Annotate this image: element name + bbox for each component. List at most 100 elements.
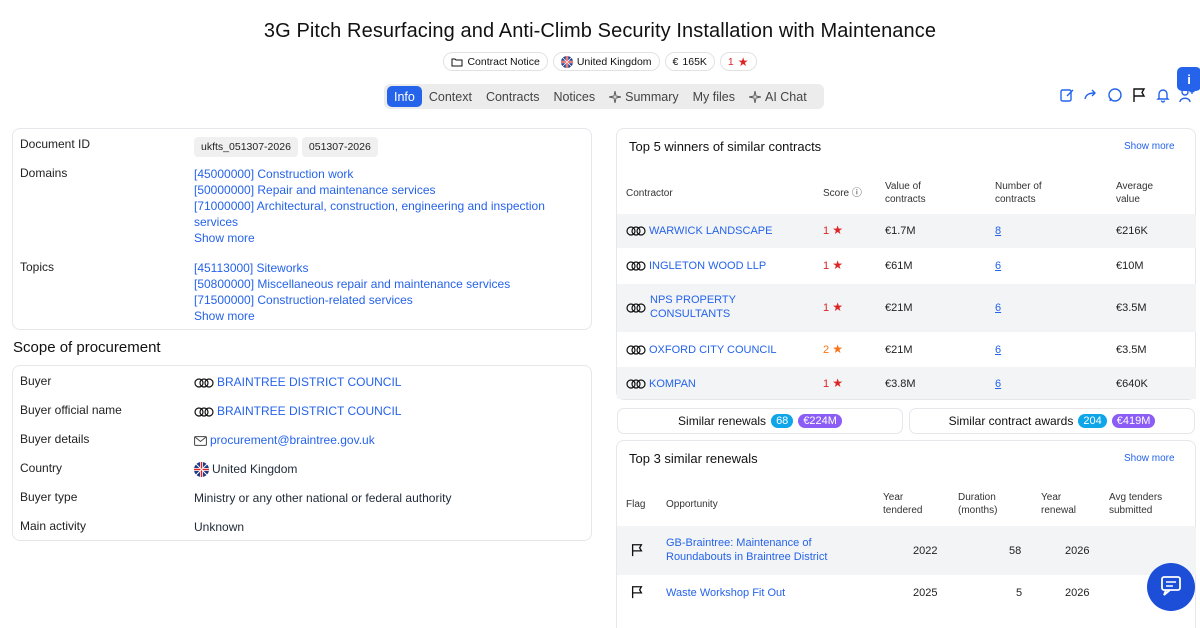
buyer-email-link[interactable]: procurement@braintree.gov.uk — [210, 433, 375, 447]
opportunity-link[interactable]: GB-Braintree: Maintenance of Roundabouts … — [666, 536, 827, 564]
score-header[interactable]: Score ⓘ — [823, 187, 862, 200]
table-row[interactable]: NPS PROPERTY CONSULTANTS 1 ★ €21M 6 €3.5M — [617, 284, 1196, 332]
topic-link[interactable]: [45113000] Siteworks — [194, 260, 581, 276]
domain-link[interactable]: [45000000] Construction work — [194, 166, 581, 182]
flag-icon[interactable] — [630, 585, 644, 599]
tab-summary[interactable]: Summary — [602, 86, 685, 107]
score-value: 1 — [823, 260, 830, 272]
tab-info-label: Info — [394, 89, 415, 104]
topics-label: Topics — [20, 260, 55, 274]
tab-notices[interactable]: Notices — [546, 86, 602, 107]
duration-line2: (months) — [958, 505, 998, 516]
currency-label: € — [672, 55, 679, 68]
domains-show-more[interactable]: Show more — [194, 230, 581, 246]
buyer-link[interactable]: BRAINTREE DISTRICT COUNCIL — [217, 375, 401, 389]
value-badge[interactable]: € 165K — [664, 52, 715, 71]
organization-icon — [626, 345, 646, 355]
similar-awards-label: Similar contract awards — [948, 414, 1074, 428]
tab-context[interactable]: Context — [422, 86, 479, 107]
number-header-line2: contracts — [995, 194, 1036, 205]
opportunity-link[interactable]: Waste Workshop Fit Out — [666, 586, 785, 600]
document-id-pill[interactable]: ukfts_051307-2026 — [194, 137, 298, 157]
renewals-show-more[interactable]: Show more — [1124, 453, 1175, 464]
buyer-official-name-wrap: BRAINTREE DISTRICT COUNCIL — [194, 403, 581, 419]
opportunity-name-line2: Roundabouts in Braintree District — [666, 551, 828, 563]
contractor-link[interactable]: OXFORD CITY COUNCIL — [626, 343, 777, 357]
organization-icon — [194, 407, 214, 417]
winners-title: Top 5 winners of similar contracts — [629, 139, 822, 154]
comment-icon[interactable] — [1106, 86, 1124, 104]
table-row[interactable]: WARWICK LANDSCAPE 1 ★ €1.7M 8 €216K — [617, 214, 1196, 248]
contractor-link[interactable]: INGLETON WOOD LLP — [626, 259, 766, 273]
contractor-link[interactable]: KOMPAN — [626, 377, 696, 391]
contractor-name: NPS PROPERTY — [650, 294, 736, 306]
document-id-label: Document ID — [20, 137, 91, 151]
contractor-name: INGLETON WOOD LLP — [649, 260, 767, 272]
contractor-link[interactable]: NPS PROPERTY CONSULTANTS — [626, 293, 736, 321]
tab-contracts[interactable]: Contracts — [479, 86, 547, 107]
tab-info[interactable]: Info — [387, 86, 422, 107]
year-tendered-line2: tendered — [883, 505, 923, 516]
number-link[interactable]: 6 — [995, 259, 1001, 273]
amount-badge: €419M — [1111, 414, 1156, 428]
notice-type-badge[interactable]: Contract Notice — [443, 52, 548, 71]
year-renewal-cell: 2026 — [1065, 587, 1090, 599]
share-icon[interactable] — [1082, 86, 1100, 104]
star-icon: ★ — [737, 54, 749, 69]
buyer-type-value: Ministry or any other national or federa… — [194, 491, 452, 505]
bell-icon[interactable] — [1154, 86, 1172, 104]
avg-tenders-header: Avg tenders submitted — [1109, 491, 1162, 517]
number-header-line1: Number of — [995, 181, 1042, 192]
tab-ai-chat[interactable]: AI Chat — [742, 86, 814, 107]
score-value: 1 — [823, 302, 830, 314]
buyer-type-label: Buyer type — [20, 490, 78, 504]
table-row[interactable]: GB-Braintree: Maintenance of Roundabouts … — [617, 526, 1196, 575]
average-header-line1: Average — [1116, 181, 1154, 192]
number-link[interactable]: 6 — [995, 377, 1001, 391]
organization-icon — [626, 261, 646, 271]
tab-my-files[interactable]: My files — [686, 86, 742, 107]
opportunity-header: Opportunity — [666, 499, 718, 510]
number-link[interactable]: 8 — [995, 224, 1001, 238]
chat-support-button[interactable] — [1147, 563, 1195, 611]
star-icon: ★ — [832, 300, 843, 314]
year-renewal-line2: renewal — [1041, 505, 1077, 516]
topic-link[interactable]: [50800000] Miscellaneous repair and main… — [194, 276, 581, 292]
number-link[interactable]: 6 — [995, 343, 1001, 357]
score-badge[interactable]: 1 ★ — [719, 52, 757, 71]
country-value: United Kingdom — [212, 462, 298, 476]
country-badge[interactable]: United Kingdom — [552, 52, 660, 71]
contractor-link[interactable]: WARWICK LANDSCAPE — [626, 224, 772, 238]
winners-show-more[interactable]: Show more — [1124, 141, 1175, 152]
average-header: Average value — [1116, 180, 1153, 206]
sparkle-icon — [749, 90, 761, 103]
domain-link[interactable]: [71000000] Architectural, construction, … — [194, 198, 581, 230]
topics-show-more[interactable]: Show more — [194, 308, 581, 324]
edit-note-icon[interactable] — [1058, 86, 1076, 104]
main-activity-label: Main activity — [20, 519, 87, 533]
domain-link[interactable]: [50000000] Repair and maintenance servic… — [194, 182, 581, 198]
similar-awards-button[interactable]: Similar contract awards 204 €419M — [909, 408, 1195, 434]
average-cell: €10M — [1116, 260, 1144, 272]
number-link[interactable]: 6 — [995, 301, 1001, 315]
table-row[interactable]: INGLETON WOOD LLP 1 ★ €61M 6 €10M — [617, 248, 1196, 284]
action-toolbar — [1058, 86, 1196, 104]
table-row[interactable]: Waste Workshop Fit Out 2025 5 2026 — [617, 575, 1196, 611]
table-row[interactable]: KOMPAN 1 ★ €3.8M 6 €640K — [617, 367, 1196, 399]
flag-icon[interactable] — [630, 543, 644, 557]
buyer-official-name-link[interactable]: BRAINTREE DISTRICT COUNCIL — [217, 404, 401, 418]
info-button[interactable]: i — [1177, 67, 1200, 91]
similar-renewals-button[interactable]: Similar renewals 68 €224M — [617, 408, 903, 434]
scope-title: Scope of procurement — [13, 339, 161, 356]
value-header-line2: contracts — [885, 194, 926, 205]
score-cell: 1 ★ — [823, 224, 843, 238]
document-id-pill[interactable]: 051307-2026 — [301, 137, 378, 157]
opportunity-name: GB-Braintree: Maintenance of — [666, 537, 812, 549]
mail-icon — [194, 435, 207, 446]
tab-bar: Info Context Contracts Notices Summary M… — [384, 84, 824, 109]
topic-link[interactable]: [71500000] Construction-related services — [194, 292, 581, 308]
tab-context-label: Context — [428, 89, 472, 104]
table-row[interactable]: OXFORD CITY COUNCIL 2 ★ €21M 6 €3.5M — [617, 332, 1196, 367]
flag-icon[interactable] — [1130, 86, 1148, 104]
star-icon: ★ — [832, 223, 843, 237]
